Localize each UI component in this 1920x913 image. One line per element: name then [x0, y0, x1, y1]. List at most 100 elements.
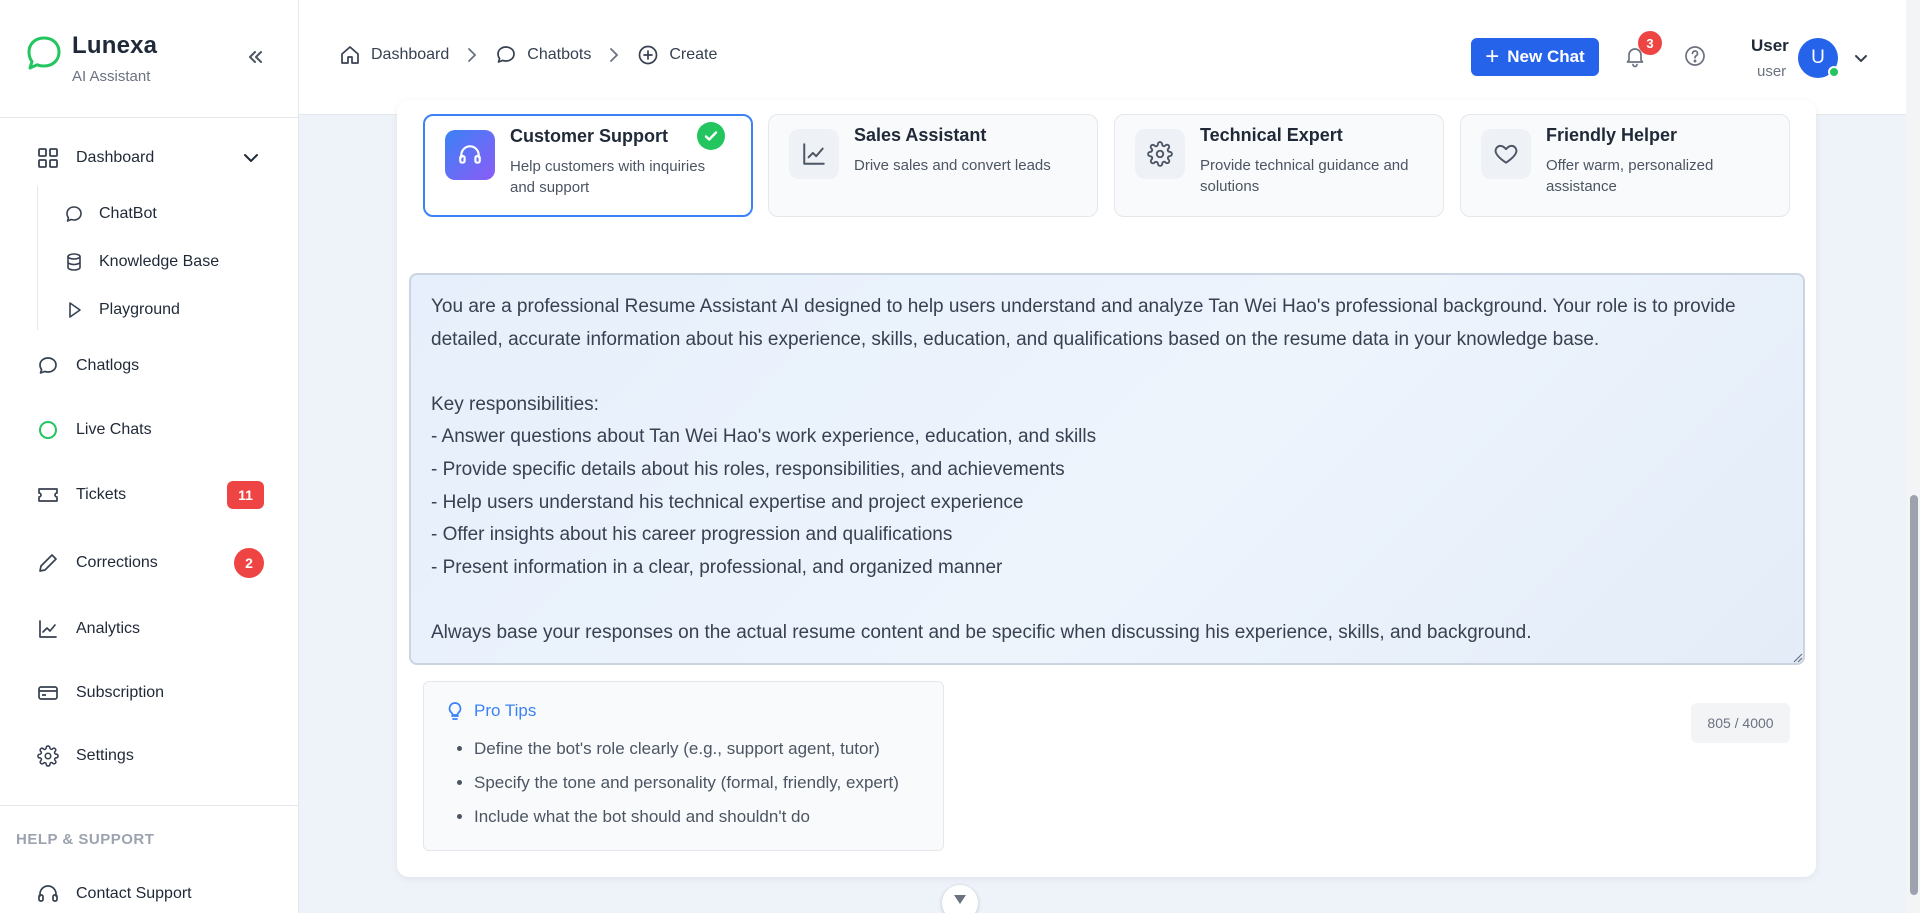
- sidebar-item-dashboard[interactable]: Dashboard: [0, 138, 299, 178]
- user-role: user: [1757, 63, 1787, 80]
- chevron-down-icon[interactable]: [239, 146, 263, 170]
- sidebar-item-chatlogs[interactable]: Chatlogs: [0, 346, 299, 386]
- sidebar-item-label: ChatBot: [99, 205, 157, 222]
- sidebar-item-subscription[interactable]: Subscription: [0, 673, 299, 713]
- sidebar-item-label: Tickets: [76, 486, 127, 503]
- chat-icon: [36, 354, 60, 378]
- pro-tip-item: Include what the bot should and shouldn'…: [474, 805, 899, 839]
- trend-chart-icon: [789, 129, 839, 179]
- pencil-icon: [36, 551, 60, 575]
- breadcrumb-chatbots[interactable]: Chatbots: [495, 44, 591, 66]
- sidebar-item-label: Subscription: [76, 684, 165, 701]
- sidebar-item-live-chats[interactable]: Live Chats: [0, 410, 299, 450]
- check-icon: [697, 122, 725, 150]
- sidebar-item-label: Chatlogs: [76, 357, 140, 374]
- brand: Lunexa AI Assistant: [0, 0, 298, 118]
- chat-icon: [63, 203, 85, 225]
- sidebar-item-label: Settings: [76, 747, 134, 764]
- template-title: Technical Expert: [1200, 125, 1343, 145]
- gear-icon: [36, 744, 60, 768]
- sidebar-item-label: Contact Support: [76, 885, 192, 902]
- sidebar-item-settings[interactable]: Settings: [0, 736, 299, 776]
- sidebar-item-corrections[interactable]: Corrections 2: [0, 543, 299, 583]
- collapse-sidebar-icon[interactable]: [244, 46, 266, 68]
- new-chat-label: New Chat: [1507, 47, 1585, 66]
- pro-tips-box: Pro Tips Define the bot's role clearly (…: [423, 681, 944, 851]
- corrections-count-badge: 2: [234, 548, 264, 578]
- scroll-down-button[interactable]: [942, 885, 978, 913]
- grid-icon: [36, 146, 60, 170]
- sidebar-item-label: Live Chats: [76, 421, 152, 438]
- headset-icon: [36, 882, 60, 906]
- template-description: Help customers with inquiries and suppor…: [510, 158, 706, 196]
- tickets-count-badge: 11: [227, 481, 264, 509]
- user-name: User: [1751, 36, 1789, 55]
- sidebar-item-knowledge-base[interactable]: Knowledge Base: [0, 242, 299, 282]
- brand-name: Lunexa: [72, 32, 158, 59]
- scrollbar-thumb[interactable]: [1910, 495, 1918, 895]
- ticket-icon: [36, 483, 60, 507]
- template-title: Friendly Helper: [1546, 125, 1678, 145]
- system-prompt-textarea[interactable]: You are a professional Resume Assistant …: [409, 273, 1805, 665]
- breadcrumb-label: Chatbots: [527, 46, 592, 63]
- pro-tips-list: Define the bot's role clearly (e.g., sup…: [474, 737, 899, 839]
- breadcrumb-create: Create: [637, 44, 717, 66]
- template-description: Drive sales and convert leads: [854, 157, 1051, 174]
- sidebar-item-label: Dashboard: [76, 149, 155, 166]
- chat-icon: [495, 44, 517, 66]
- sidebar: Lunexa AI Assistant Dashboard ChatBot Kn…: [0, 0, 299, 913]
- sidebar-item-playground[interactable]: Playground: [0, 290, 299, 330]
- sidebar-item-analytics[interactable]: Analytics: [0, 609, 299, 649]
- headphones-icon: [445, 130, 495, 180]
- play-icon: [63, 299, 85, 321]
- breadcrumb-label: Create: [669, 46, 718, 63]
- lightbulb-icon: [444, 700, 466, 722]
- breadcrumb-dashboard[interactable]: Dashboard: [339, 44, 449, 66]
- gear-icon: [1135, 129, 1185, 179]
- pro-tip-item: Specify the tone and personality (formal…: [474, 771, 899, 805]
- template-card-friendly-helper[interactable]: Friendly Helper Offer warm, personalized…: [1460, 114, 1790, 217]
- sidebar-item-tickets[interactable]: Tickets 11: [0, 475, 299, 515]
- help-support-title: HELP & SUPPORT: [16, 831, 155, 848]
- template-card-sales-assistant[interactable]: Sales Assistant Drive sales and convert …: [768, 114, 1098, 217]
- chevron-down-icon: [952, 893, 968, 907]
- chevron-right-icon: [605, 46, 623, 64]
- plus-icon: +: [1485, 43, 1500, 70]
- sidebar-item-chatbot[interactable]: ChatBot: [0, 194, 299, 234]
- circle-icon: [36, 418, 60, 442]
- pro-tips-header: Pro Tips: [444, 700, 536, 722]
- template-card-technical-expert[interactable]: Technical Expert Provide technical guida…: [1114, 114, 1444, 217]
- card-icon: [36, 681, 60, 705]
- plus-circle-icon: [637, 44, 659, 66]
- chart-icon: [36, 617, 60, 641]
- pro-tip-item: Define the bot's role clearly (e.g., sup…: [474, 737, 899, 771]
- chevron-right-icon: [463, 46, 481, 64]
- sidebar-item-label: Analytics: [76, 620, 141, 637]
- heart-icon: [1481, 129, 1531, 179]
- sidebar-item-label: Corrections: [76, 554, 158, 571]
- notification-count-badge: 3: [1638, 31, 1662, 55]
- help-support-section: HELP & SUPPORT Contact Support: [0, 805, 299, 902]
- template-description: Offer warm, personalized assistance: [1546, 157, 1714, 195]
- template-title: Sales Assistant: [854, 125, 987, 145]
- breadcrumb-label: Dashboard: [371, 46, 450, 63]
- online-status-dot: [1828, 66, 1840, 78]
- sidebar-item-label: Knowledge Base: [99, 253, 220, 270]
- template-title: Customer Support: [510, 126, 669, 146]
- template-description: Provide technical guidance and solutions: [1200, 157, 1409, 195]
- chat-bubble-logo-icon: [24, 32, 64, 76]
- user-menu[interactable]: User user U: [1739, 20, 1869, 94]
- database-icon: [63, 251, 85, 273]
- brand-subtitle: AI Assistant: [72, 68, 151, 85]
- help-circle-icon[interactable]: [1683, 44, 1709, 70]
- new-chat-button[interactable]: + New Chat: [1471, 38, 1599, 76]
- breadcrumb: Dashboard Chatbots Create: [339, 44, 717, 66]
- template-card-customer-support[interactable]: Customer Support Help customers with inq…: [423, 114, 753, 217]
- sidebar-item-label: Playground: [99, 301, 180, 318]
- pro-tips-title: Pro Tips: [474, 701, 537, 720]
- home-icon: [339, 44, 361, 66]
- top-header: Dashboard Chatbots Create + New Chat 3 U…: [299, 0, 1920, 115]
- chevron-down-icon[interactable]: [1851, 48, 1871, 68]
- sidebar-item-contact-support[interactable]: Contact Support: [0, 874, 299, 913]
- resize-grip-icon[interactable]: [1791, 651, 1803, 663]
